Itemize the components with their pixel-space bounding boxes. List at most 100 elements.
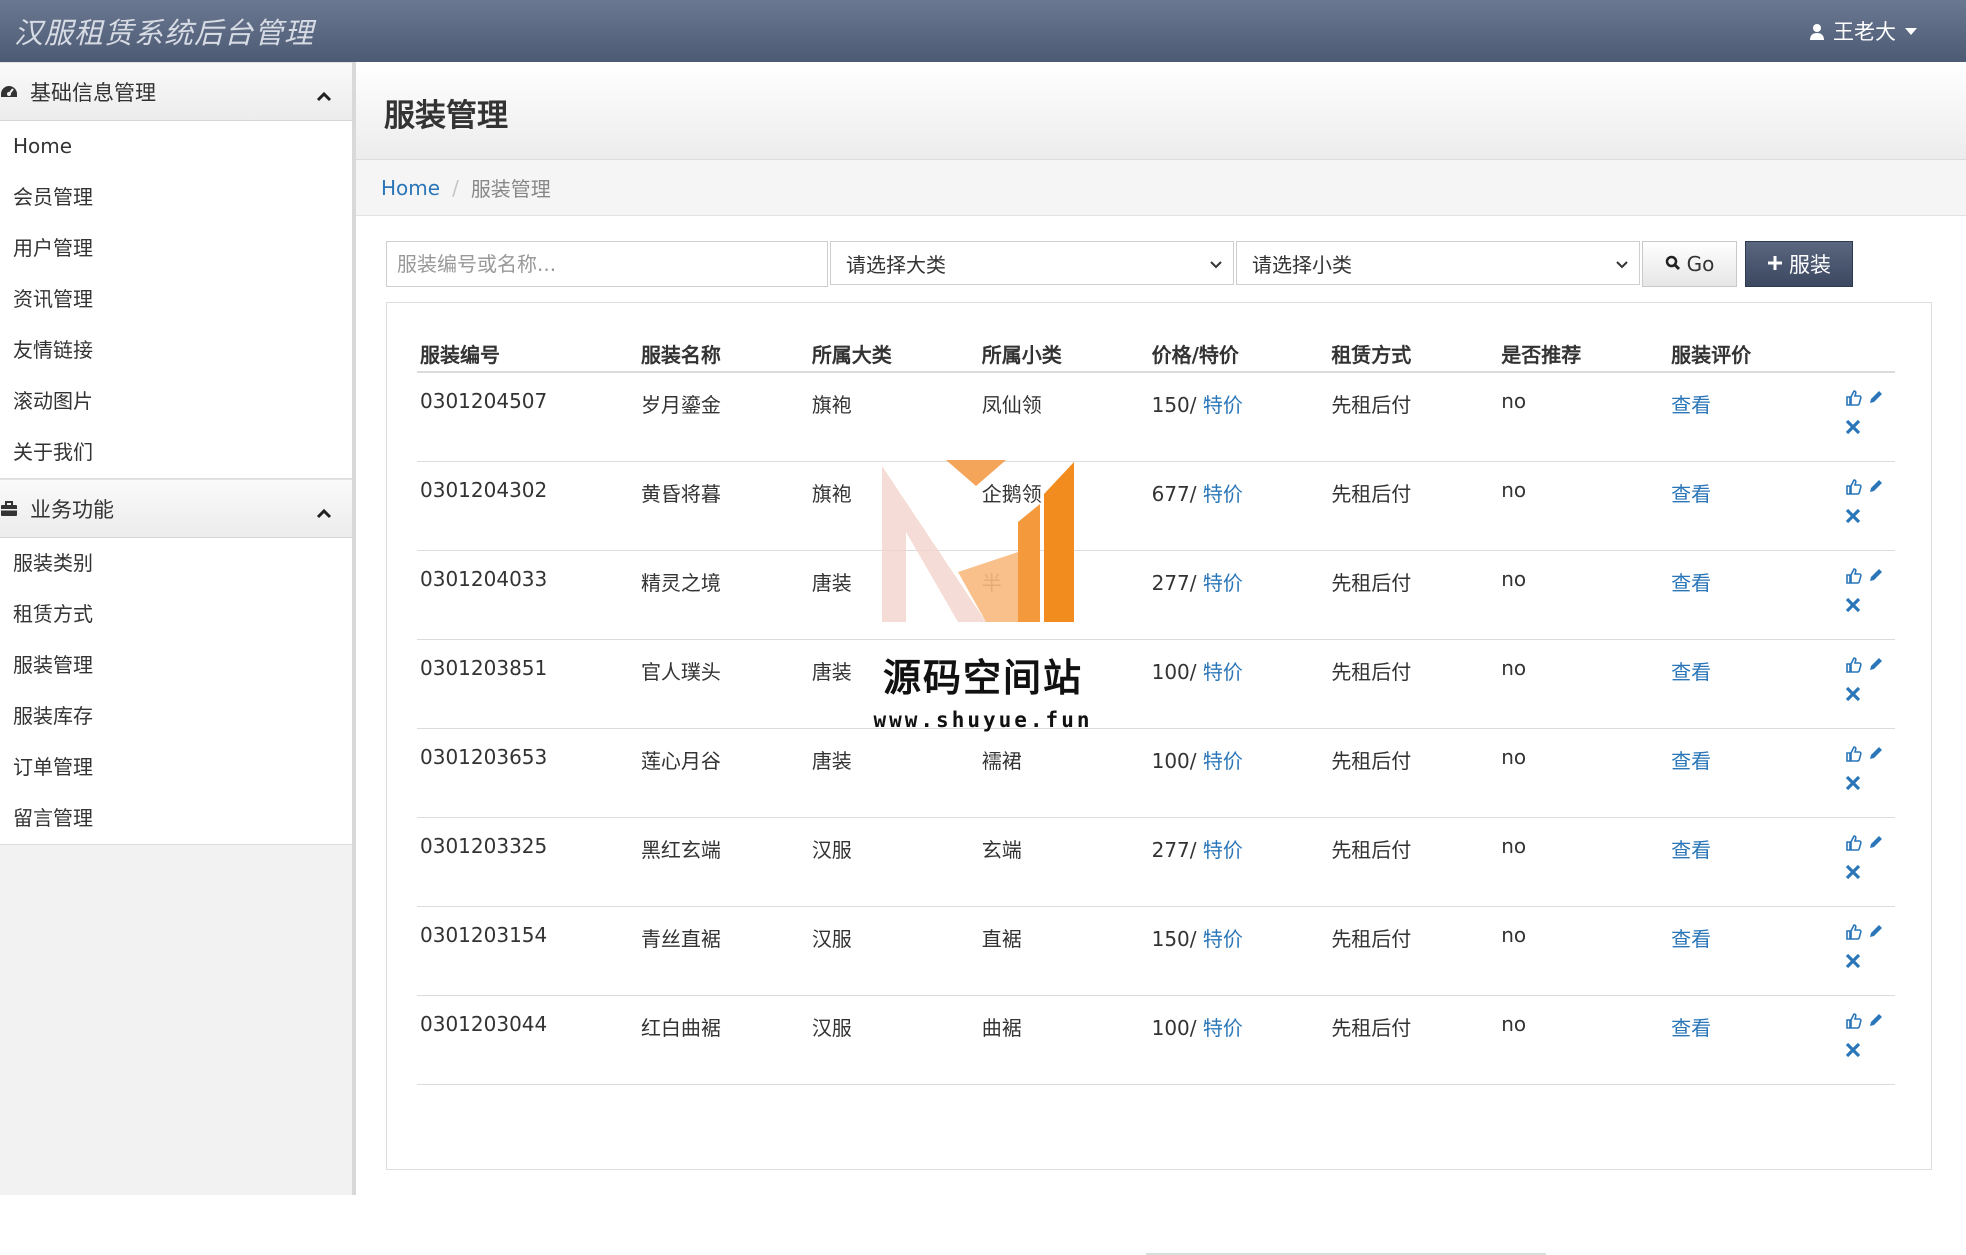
thumbs-up-icon[interactable] (1845, 656, 1862, 673)
sidebar-item-users[interactable]: 用户管理 (0, 223, 352, 274)
delete-x-icon[interactable] (1845, 775, 1861, 791)
sidebar-item-rental-methods[interactable]: 租赁方式 (0, 589, 352, 640)
search-icon (1665, 252, 1681, 276)
thumbs-up-icon[interactable] (1845, 567, 1862, 584)
special-price-link[interactable]: 特价 (1203, 927, 1243, 951)
special-price-link[interactable]: 特价 (1203, 393, 1243, 417)
sidebar-section-title: 基础信息管理 (30, 80, 156, 105)
edit-pencil-icon[interactable] (1868, 745, 1884, 762)
cell-recommend: no (1501, 567, 1527, 591)
sidebar-item-home[interactable]: Home (0, 121, 352, 172)
cell-id: 0301203154 (420, 923, 548, 947)
sidebar-item-clothing-management[interactable]: 服装管理 (0, 640, 352, 691)
edit-pencil-icon[interactable] (1868, 1012, 1884, 1029)
delete-x-icon[interactable] (1845, 864, 1861, 880)
table-panel: 服装编号 服装名称 所属大类 所属小类 价格/特价 租赁方式 是否推荐 服装评价… (386, 302, 1932, 1170)
view-review-link[interactable]: 查看 (1671, 1016, 1711, 1040)
edit-pencil-icon[interactable] (1868, 389, 1884, 406)
delete-x-icon[interactable] (1845, 597, 1861, 613)
chevron-down-icon (1615, 251, 1629, 275)
special-price-link[interactable]: 特价 (1203, 838, 1243, 862)
cell-name: 精灵之境 (640, 571, 721, 595)
page-header: 服装管理 (356, 62, 1966, 160)
view-review-link[interactable]: 查看 (1671, 482, 1711, 506)
dashboard-icon (0, 84, 18, 100)
sidebar-item-clothing-categories[interactable]: 服装类别 (0, 538, 352, 589)
header-review: 服装评价 (1671, 343, 1752, 367)
delete-x-icon[interactable] (1845, 686, 1861, 702)
edit-pencil-icon[interactable] (1868, 656, 1884, 673)
view-review-link[interactable]: 查看 (1671, 838, 1711, 862)
thumbs-up-icon[interactable] (1845, 745, 1862, 762)
cell-category: 唐装 (811, 571, 852, 595)
breadcrumb-home[interactable]: Home (381, 176, 440, 200)
search-input[interactable] (386, 241, 828, 287)
price-value: 100/ (1151, 660, 1197, 684)
header-category: 所属大类 (811, 343, 892, 367)
delete-x-icon[interactable] (1845, 508, 1861, 524)
category-select[interactable]: 请选择大类 (830, 241, 1234, 285)
view-review-link[interactable]: 查看 (1671, 749, 1711, 773)
cell-price: 150/ 特价 (1149, 907, 1329, 995)
edit-pencil-icon[interactable] (1868, 923, 1884, 940)
cell-subcategory: 玄端 (981, 838, 1022, 862)
cell-rent-method: 先租后付 (1331, 482, 1412, 506)
sidebar-section-basic[interactable]: 基础信息管理 (0, 62, 352, 121)
special-price-link[interactable]: 特价 (1203, 660, 1243, 684)
sidebar-item-clothing-inventory[interactable]: 服装库存 (0, 691, 352, 742)
user-name: 王老大 (1833, 20, 1896, 44)
thumbs-up-icon[interactable] (1845, 834, 1862, 851)
special-price-link[interactable]: 特价 (1203, 1016, 1243, 1040)
thumbs-up-icon[interactable] (1845, 478, 1862, 495)
cell-review: 查看 (1668, 462, 1838, 550)
table-row: 0301203851 官人璞头 唐装 100/ 特价 先租后付 no 查看 (417, 640, 1895, 729)
header-subcategory: 所属小类 (981, 343, 1062, 367)
search-go-button[interactable]: Go (1642, 241, 1737, 287)
sidebar-section-business[interactable]: 业务功能 (0, 479, 352, 538)
delete-x-icon[interactable] (1845, 1042, 1861, 1058)
sidebar-item-orders[interactable]: 订单管理 (0, 742, 352, 793)
table-row: 0301204033 精灵之境 唐装半 277/ 特价 先租后付 no 查看 (417, 551, 1895, 640)
cell-name: 岁月鎏金 (640, 393, 721, 417)
thumbs-up-icon[interactable] (1845, 1012, 1862, 1029)
table-row: 0301203154 青丝直裾 汉服 直裾 150/ 特价 先租后付 no 查看 (417, 907, 1895, 996)
edit-pencil-icon[interactable] (1868, 478, 1884, 495)
cell-rent-method: 先租后付 (1331, 571, 1412, 595)
view-review-link[interactable]: 查看 (1671, 571, 1711, 595)
cell-recommend: no (1501, 834, 1527, 858)
sidebar-item-news[interactable]: 资讯管理 (0, 274, 352, 325)
view-review-link[interactable]: 查看 (1671, 393, 1711, 417)
cell-name: 莲心月谷 (640, 749, 721, 773)
table-row: 0301204507 岁月鎏金 旗袍 凤仙领 150/ 特价 先租后付 no 查看 (417, 373, 1895, 462)
price-value: 277/ (1151, 571, 1197, 595)
thumbs-up-icon[interactable] (1845, 923, 1862, 940)
cell-name: 红白曲裾 (640, 1016, 721, 1040)
main-content: 服装管理 Home / 服装管理 请选择大类 请选择小类 Go (356, 62, 1966, 1255)
thumbs-up-icon[interactable] (1845, 389, 1862, 406)
user-menu[interactable]: 王老大 (1809, 16, 1918, 46)
cell-review: 查看 (1668, 640, 1838, 728)
view-review-link[interactable]: 查看 (1671, 927, 1711, 951)
sidebar-item-banners[interactable]: 滚动图片 (0, 376, 352, 427)
cell-actions (1838, 551, 1895, 639)
subcategory-select[interactable]: 请选择小类 (1236, 241, 1640, 285)
header-price: 价格/特价 (1151, 343, 1239, 367)
special-price-link[interactable]: 特价 (1203, 571, 1243, 595)
cell-subcategory: 企鹅领 (981, 482, 1042, 506)
delete-x-icon[interactable] (1845, 953, 1861, 969)
header-actions (1838, 329, 1895, 339)
sidebar-item-about[interactable]: 关于我们 (0, 427, 352, 478)
delete-x-icon[interactable] (1845, 419, 1861, 435)
view-review-link[interactable]: 查看 (1671, 660, 1711, 684)
sidebar-item-members[interactable]: 会员管理 (0, 172, 352, 223)
breadcrumb-current: 服装管理 (470, 177, 551, 201)
cell-rent-method: 先租后付 (1331, 749, 1412, 773)
sidebar-item-messages[interactable]: 留言管理 (0, 793, 352, 844)
edit-pencil-icon[interactable] (1868, 834, 1884, 851)
sidebar-item-links[interactable]: 友情链接 (0, 325, 352, 376)
edit-pencil-icon[interactable] (1868, 567, 1884, 584)
add-clothing-button[interactable]: 服装 (1745, 241, 1853, 287)
special-price-link[interactable]: 特价 (1203, 749, 1243, 773)
special-price-link[interactable]: 特价 (1203, 482, 1243, 506)
cell-review: 查看 (1668, 729, 1838, 817)
